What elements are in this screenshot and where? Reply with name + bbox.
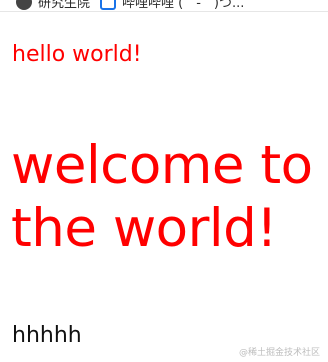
hello-text: hello world! [12, 42, 142, 67]
bookmark-label: 研究生院 [38, 0, 91, 11]
footer-text: hhhhh [12, 323, 82, 348]
welcome-heading: welcome to the world! [11, 135, 313, 260]
circle-icon [16, 0, 32, 10]
bookmark-label: 哔哩哔哩 (゜-゜)つ... [122, 0, 245, 11]
browser-viewport: 研究生院 哔哩哔哩 (゜-゜)つ... hello world! welcome… [0, 0, 328, 362]
watermark-text: @稀土掘金技术社区 [238, 348, 320, 358]
square-icon [100, 0, 117, 10]
bookmark-bilibili[interactable]: 哔哩哔哩 (゜-゜)つ... [100, 0, 244, 11]
bookmark-research-school[interactable]: 研究生院 [16, 0, 90, 11]
bookmarks-bar: 研究生院 哔哩哔哩 (゜-゜)つ... [0, 0, 328, 12]
